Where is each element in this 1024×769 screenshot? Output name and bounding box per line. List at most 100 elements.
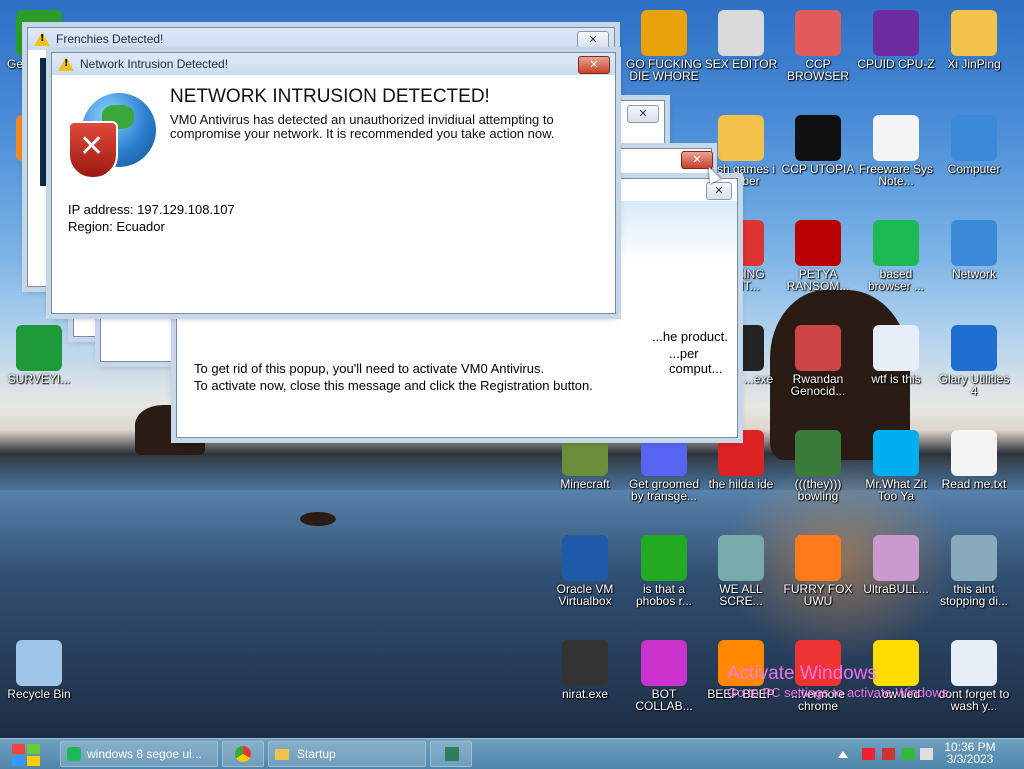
desktop-icon[interactable]: based browser ...: [857, 220, 935, 292]
desktop-icon[interactable]: Xi JinPing: [935, 10, 1013, 70]
desktop-icon-label: WE ALL SCRE...: [719, 582, 763, 608]
intrusion-close-button[interactable]: ✕: [578, 56, 610, 74]
desktop-icon[interactable]: PETYA RANSOM...: [779, 220, 857, 292]
recycle-bin-icon: [16, 640, 62, 686]
clock[interactable]: 10:36 PM 3/3/2023: [940, 741, 1000, 765]
desktop-icon[interactable]: BOT COLLAB...: [625, 640, 703, 712]
desktop-icon[interactable]: (((they))) bowling: [779, 430, 857, 502]
network-tray-icon[interactable]: [902, 748, 915, 760]
desktop-icon[interactable]: the hilda ide: [702, 430, 780, 490]
desktop-icon-label: Computer: [947, 162, 1001, 176]
taskbar-button-segoe[interactable]: windows 8 segoe ui...: [60, 741, 218, 767]
dialog-line: To get rid of this popup, you'll need to…: [194, 361, 545, 376]
desktop-icon[interactable]: CPUID CPU-Z: [857, 10, 935, 70]
desktop-icon[interactable]: nirat.exe: [546, 640, 624, 700]
desktop-icon-label: Get groomed by transge...: [628, 477, 700, 503]
taskbar-button-app[interactable]: [430, 741, 472, 767]
pc-setup-icon: [718, 535, 764, 581]
desktop-icon[interactable]: Rwandan Genocid...: [779, 325, 857, 397]
desktop-icon[interactable]: Recycle Bin: [0, 640, 78, 700]
folder-person-icon: [951, 10, 997, 56]
monitor-icon: [641, 640, 687, 686]
taskbar-button-startup[interactable]: Startup: [268, 741, 426, 767]
desktop-icon-label: PETYA RANSOM...: [786, 267, 850, 293]
chevron-up-icon[interactable]: [838, 751, 848, 758]
desktop-icon[interactable]: CCP UTOPIA: [779, 115, 857, 175]
watermark-line1: Activate Windows: [727, 663, 877, 684]
firefox-icon: [795, 535, 841, 581]
desktop-icon-label: Glary Utilities 4: [938, 372, 1010, 398]
activation-close-button[interactable]: ✕: [706, 182, 732, 200]
warning-icon: !: [34, 32, 50, 46]
frenchies-titlebar[interactable]: ! Frenchies Detected!: [28, 28, 614, 50]
taskbar-label: windows 8 segoe ui...: [87, 747, 202, 761]
desktop-icon-label: Rwandan Genocid...: [790, 372, 846, 398]
close-button[interactable]: ✕: [627, 105, 659, 123]
desktop-wallpaper: Ge... Free...Exti...SURVEYI...Recycle Bi…: [0, 0, 1024, 738]
intrusion-titlebar[interactable]: ! Network Intrusion Detected!: [52, 53, 615, 75]
desktop-icon-label: BOT COLLAB...: [635, 687, 693, 713]
windows-start-icon[interactable]: [10, 742, 44, 768]
virtualbox-icon: [562, 535, 608, 581]
desktop-icon[interactable]: Glary Utilities 4: [935, 325, 1013, 397]
folder-icon: [275, 748, 289, 760]
globe-shield-icon: ✕: [68, 93, 156, 181]
desktop-icon-label: (((they))) bowling: [794, 477, 842, 503]
action-center-icon[interactable]: [882, 748, 895, 760]
green-chat-icon: [873, 220, 919, 266]
region: Region: Ecuador: [68, 219, 165, 234]
desktop-icon-label: Network: [951, 267, 996, 281]
app-icon: [445, 747, 459, 761]
ip-address: IP address: 197.129.108.107: [68, 202, 235, 217]
desktop-icon[interactable]: Oracle VM Virtualbox: [546, 535, 624, 607]
desktop-icon-label: based browser ...: [867, 267, 924, 293]
desktop-icon-label: Read me.txt: [941, 477, 1007, 491]
intrusion-message: VM0 Antivirus has detected an unauthoriz…: [170, 112, 555, 141]
taskbar-button-chrome[interactable]: [222, 741, 264, 767]
desktop-icon-label: is that a phobos r...: [635, 582, 693, 608]
desktop-icon-label: Oracle VM Virtualbox: [556, 582, 614, 608]
desktop-icon[interactable]: UltraBULL...: [857, 535, 935, 595]
flag-icon[interactable]: [862, 748, 875, 760]
desktop-icon[interactable]: Freeware Sys Note...: [857, 115, 935, 187]
intrusion-window: ! Network Intrusion Detected! ✕ ✕ NETWOR…: [51, 52, 616, 314]
desktop-icon[interactable]: CCP BROWSER: [779, 10, 857, 82]
taskbar-label: Startup: [297, 747, 336, 761]
skull-black-icon: [562, 640, 608, 686]
desktop-icon-label: GO FUCKING DIE WHORE: [625, 57, 702, 83]
warning-icon: !: [58, 57, 74, 71]
frenchies-close-button[interactable]: ✕: [577, 31, 609, 49]
icq-icon: [641, 535, 687, 581]
desktop-icon-label: UltraBULL...: [863, 582, 929, 596]
volume-icon[interactable]: [920, 748, 933, 760]
desktop-icon[interactable]: Get groomed by transge...: [625, 430, 703, 502]
desktop-icon[interactable]: wtf is this: [857, 325, 935, 385]
desktop-icon[interactable]: SURVEYI...: [0, 325, 78, 385]
glary-icon: [951, 325, 997, 371]
computer-icon: [951, 115, 997, 161]
desktop-icon-label: SEX EDITOR: [704, 57, 778, 71]
desktop-icon[interactable]: GO FUCKING DIE WHORE: [625, 10, 703, 82]
desktop-icon-label: Minecraft: [560, 477, 610, 491]
desktop-icon-label: CCP BROWSER: [786, 57, 849, 83]
desktop-icon[interactable]: Network: [935, 220, 1013, 280]
desktop-icon[interactable]: is that a phobos r...: [625, 535, 703, 607]
desktop-icon[interactable]: Read me.txt: [935, 430, 1013, 490]
desktop-icon[interactable]: FURRY FOX UWU: [779, 535, 857, 607]
desktop-icon[interactable]: WE ALL SCRE...: [702, 535, 780, 607]
dialog-line: ...he product.: [652, 329, 728, 344]
cpuz-icon: [873, 10, 919, 56]
desktop-icon[interactable]: Mr.What Zit Too Ya: [857, 430, 935, 502]
desktop-icon[interactable]: Minecraft: [546, 430, 624, 490]
desktop-icon-label: SURVEYI...: [7, 372, 71, 386]
chrome-icon: [235, 746, 251, 762]
skull-icon: [795, 220, 841, 266]
folder-icon: [718, 115, 764, 161]
desktop-icon[interactable]: SEX EDITOR: [702, 10, 780, 70]
activate-windows-watermark: Activate Windows Go to PC settings to ac…: [727, 663, 952, 700]
rwandan-icon: [795, 325, 841, 371]
desktop-icon[interactable]: Computer: [935, 115, 1013, 175]
desktop-icon[interactable]: this aint stopping di...: [935, 535, 1013, 607]
desktop-icon-label: Recycle Bin: [7, 687, 71, 701]
de-icon: [641, 10, 687, 56]
